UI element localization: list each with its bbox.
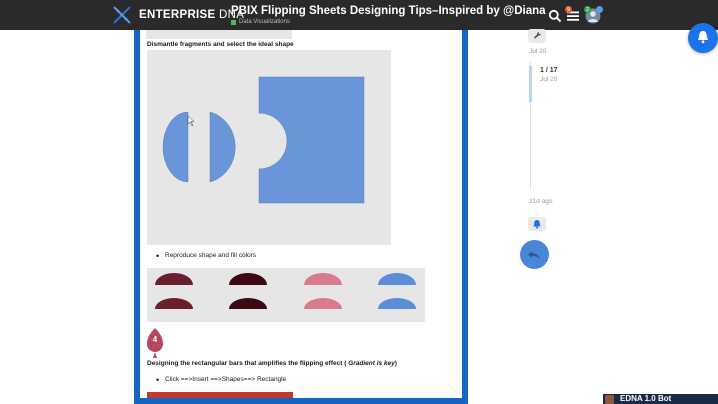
bell-icon [698,31,708,44]
notification-level-button[interactable] [528,217,546,231]
reply-button[interactable] [520,240,549,269]
avatar-status-dot [596,6,603,13]
step-number: 4 [152,335,158,344]
brand-name-main: ENTERPRISE [139,9,216,21]
timeline-last-activity[interactable]: 21d ago [529,198,553,205]
wrench-button[interactable] [528,29,546,43]
dna-logo-icon[interactable] [110,3,134,27]
timeline-current-date: Jul 20 [540,76,558,83]
timeline-handle[interactable] [529,66,532,102]
section-heading-rectangular-bars: Designing the rectangular bars that ampl… [147,360,397,367]
post-content: Dismantle fragments and select the ideal… [140,30,462,398]
ribbon-screenshot-image [147,392,293,398]
heading-emphasis: Gradient is key [348,360,395,367]
heading-text: Designing the rectangular bars that ampl… [147,360,349,367]
category-badge[interactable]: Data Visualizations [231,19,290,25]
chat-notifications-button[interactable] [688,23,718,53]
bot-avatar [605,395,614,404]
bullet-reproduce: Reproduce shape and fill colors [156,251,256,261]
topic-title[interactable]: PBIX Flipping Sheets Designing Tips–Insp… [231,5,546,17]
reply-arrow-icon [528,251,540,259]
wrench-icon [534,31,541,39]
notification-badge[interactable]: 9 [565,6,572,13]
category-label: Data Visualizations [239,19,290,25]
category-color-swatch [231,19,236,25]
section-heading-dismantle: Dismantle fragments and select the ideal… [147,41,294,48]
avatar-badge: 2 [584,6,591,13]
previous-image-fragment [146,30,292,39]
heading-end: ) [394,360,397,367]
bell-icon [533,220,541,229]
timeline-progress: 1 / 17 [540,67,558,74]
bot-label[interactable]: EDNA 1.0 Bot [620,394,671,404]
timeline-start-date[interactable]: Jul 20 [529,48,546,55]
brand-name[interactable]: ENTERPRISE DNA [139,9,244,21]
search-icon[interactable] [548,9,562,23]
bullet-insert-rectangle: Click ==>Insert ==>Shapes==> Rectangle [156,375,286,385]
shapes-diagram-image [147,50,391,245]
colored-shapes-image [147,268,425,322]
